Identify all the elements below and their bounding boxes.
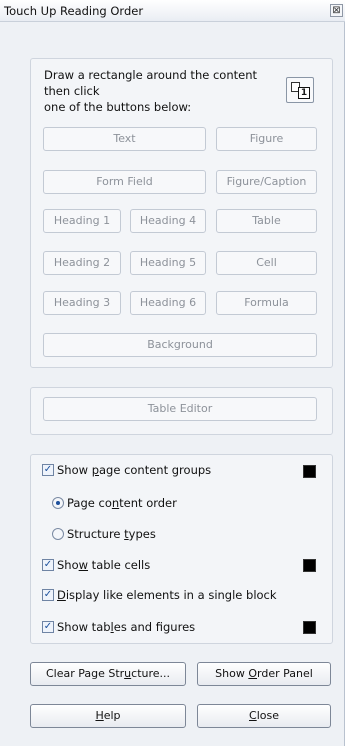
figure-button[interactable]: Figure	[216, 127, 317, 151]
cell-button[interactable]: Cell	[216, 251, 317, 275]
help-button[interactable]: Help	[30, 704, 186, 728]
display-like-elements-label: Display like elements in a single block	[57, 588, 277, 602]
table-cells-color-swatch[interactable]	[303, 559, 316, 572]
formula-button[interactable]: Formula	[216, 291, 317, 315]
close-window-icon[interactable]: ⊠	[330, 4, 343, 17]
close-button[interactable]: Close	[197, 704, 331, 728]
heading-5-button[interactable]: Heading 5	[130, 251, 206, 275]
structure-types-radio[interactable]	[52, 528, 64, 540]
show-page-content-groups-checkbox[interactable]: ✓	[42, 464, 54, 476]
window-title: Touch Up Reading Order	[4, 4, 144, 18]
page-content-order-radio[interactable]	[52, 497, 64, 509]
heading-2-button[interactable]: Heading 2	[43, 251, 121, 275]
touch-up-reading-order-dialog: Touch Up Reading Order ⊠ Draw a rectangl…	[0, 0, 345, 746]
instructions-line-1: Draw a rectangle around the content then…	[44, 68, 257, 98]
background-button[interactable]: Background	[43, 333, 317, 357]
show-order-panel-button[interactable]: Show Order Panel	[197, 662, 331, 686]
show-table-cells-label: Show table cells	[57, 558, 151, 572]
table-editor-button[interactable]: Table Editor	[43, 397, 317, 421]
display-like-elements-checkbox[interactable]: ✓	[42, 589, 54, 601]
heading-6-button[interactable]: Heading 6	[130, 291, 206, 315]
page-content-groups-color-swatch[interactable]	[303, 465, 316, 478]
heading-1-button[interactable]: Heading 1	[43, 209, 121, 233]
title-bar: Touch Up Reading Order ⊠	[0, 0, 345, 22]
instructions-text: Draw a rectangle around the content then…	[44, 67, 274, 115]
heading-4-button[interactable]: Heading 4	[130, 209, 206, 233]
tables-figures-color-swatch[interactable]	[303, 621, 316, 634]
instructions-line-2: one of the buttons below:	[44, 100, 192, 114]
show-tables-figures-label: Show tables and figures	[57, 620, 196, 634]
clear-page-structure-button[interactable]: Clear Page Structure...	[30, 662, 186, 686]
table-button[interactable]: Table	[216, 209, 317, 233]
show-tables-figures-checkbox[interactable]: ✓	[42, 621, 54, 633]
show-table-cells-checkbox[interactable]: ✓	[42, 559, 54, 571]
heading-3-button[interactable]: Heading 3	[43, 291, 121, 315]
structure-types-label: Structure types	[67, 527, 156, 541]
figure-caption-button[interactable]: Figure/Caption	[216, 170, 317, 194]
show-page-content-groups-label: Show page content groups	[57, 463, 212, 477]
page-content-order-label: Page content order	[67, 496, 177, 510]
options-group	[30, 454, 333, 644]
text-button[interactable]: Text	[43, 127, 206, 151]
rectangle-number-icon: 1	[298, 87, 310, 99]
form-field-button[interactable]: Form Field	[43, 170, 206, 194]
draw-rectangle-icon[interactable]: 1	[286, 77, 314, 103]
